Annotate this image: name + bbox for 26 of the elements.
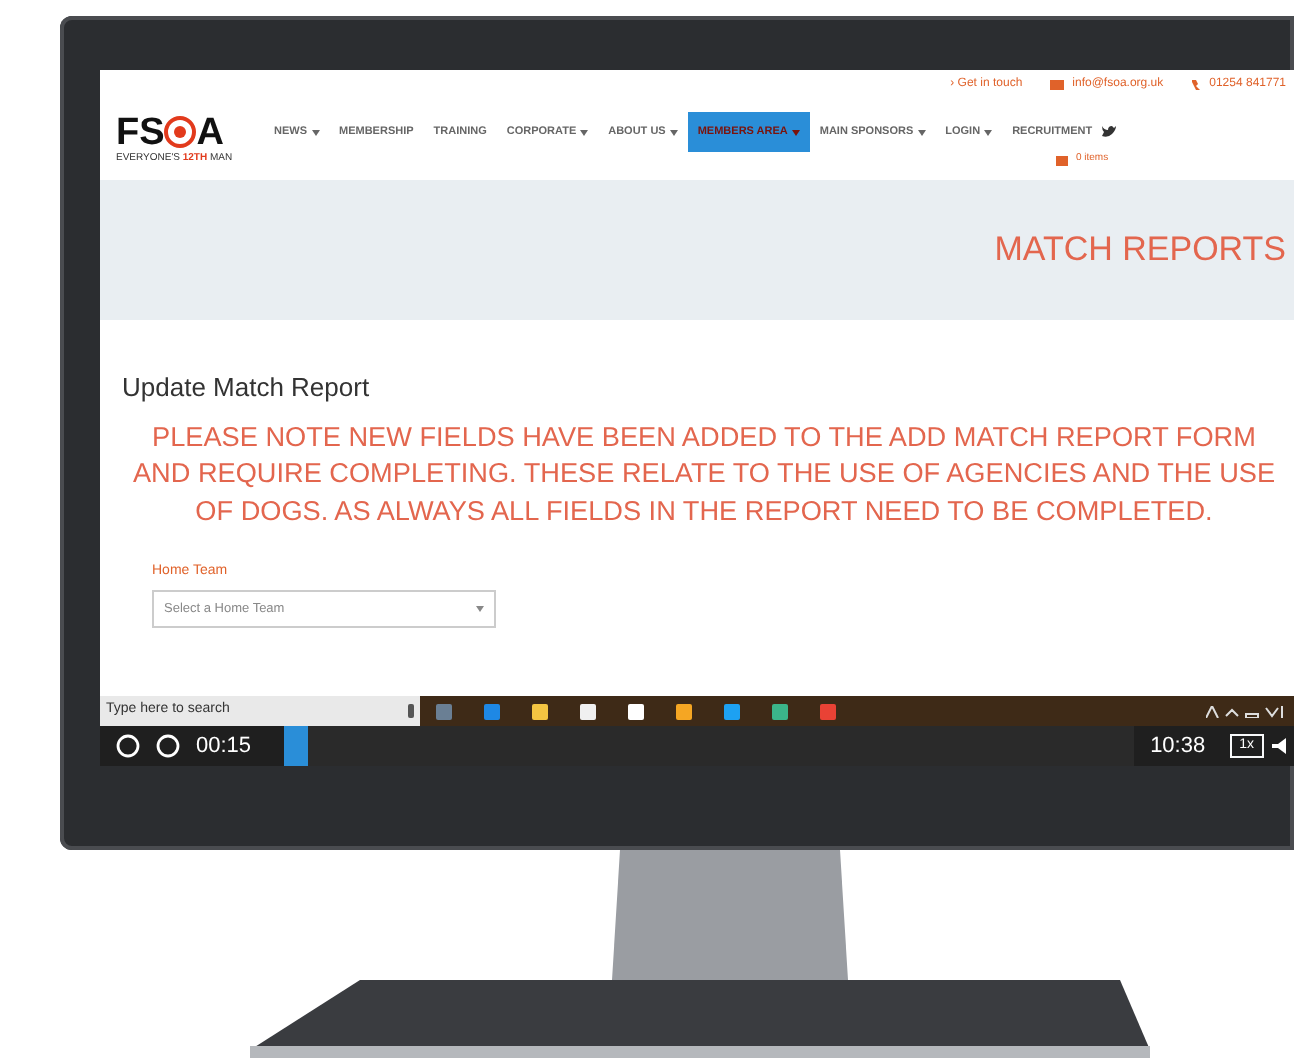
- volume-icon[interactable]: [1272, 738, 1288, 754]
- caret-icon: [580, 129, 589, 136]
- twitter-bird-icon[interactable]: [1102, 126, 1117, 139]
- caret-icon: [476, 605, 484, 612]
- caret-icon: [311, 129, 319, 136]
- banner-title: MATCH REPORTS: [994, 228, 1286, 273]
- taskbar-app-icon[interactable]: [532, 703, 548, 719]
- phone-icon: [1191, 80, 1202, 90]
- caret-icon: [984, 129, 993, 136]
- microphone-icon: [408, 704, 414, 718]
- page-heading: Update Match Report: [122, 372, 372, 404]
- football-icon: [164, 116, 197, 149]
- taskbar-app-icon[interactable]: [628, 703, 644, 719]
- logo-text: FS: [116, 113, 165, 152]
- mail-icon: [1050, 80, 1065, 90]
- taskbar-app-icon[interactable]: [676, 703, 692, 719]
- taskbar-app-icon[interactable]: [580, 703, 596, 719]
- total-duration: 10:38: [1148, 731, 1208, 762]
- caret-icon: [669, 129, 678, 136]
- notice-text: PLEASE NOTE NEW FIELDS HAVE BEEN ADDED TO THE ADD MATCH REPORT FORM AND REQUIRE COMPLETING. THESE RELATE TO THE USE OF AGENCIES AND THE USE OF DOGS. AS ALWAYS ALL FIELDS IN THE REPORT NEED TO BE COMPLETED.: [130, 419, 1278, 530]
- caret-icon: [791, 129, 800, 136]
- system-tray-icon: [1206, 705, 1286, 717]
- caret-icon: [917, 129, 926, 136]
- logo-text: A: [196, 113, 225, 152]
- basket-icon: [1055, 154, 1068, 167]
- elapsed-time: 00:15: [196, 731, 254, 762]
